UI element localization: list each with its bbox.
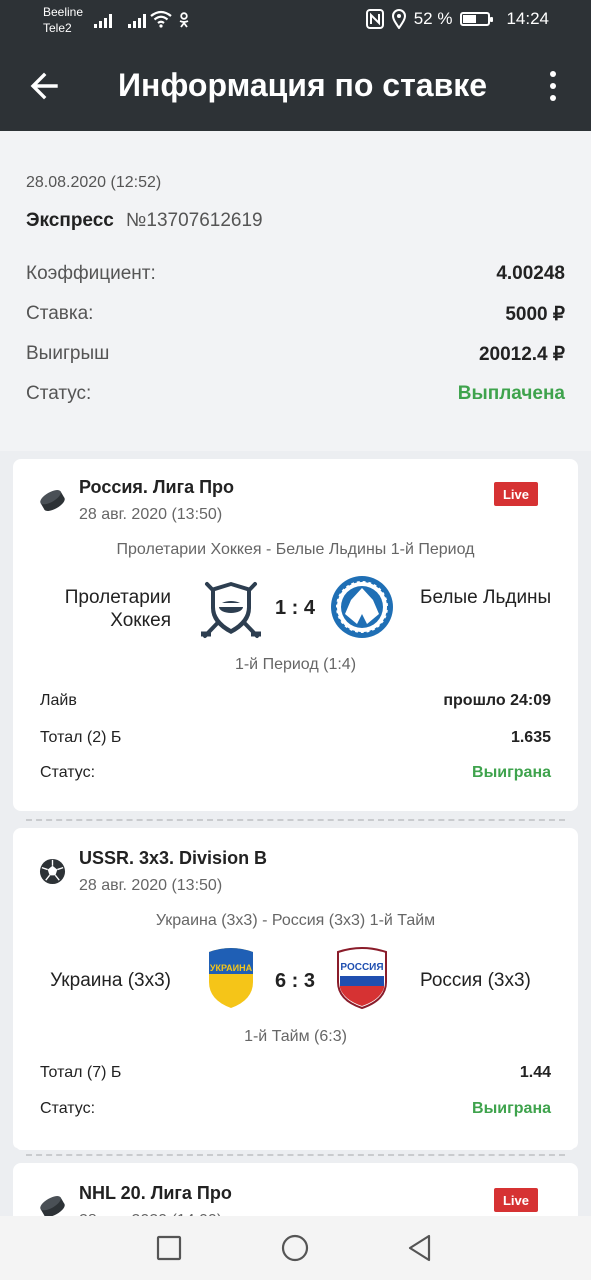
team-1-logo: УКРАИНА	[209, 948, 253, 1008]
bet-row: Статус: Выиграна	[40, 1098, 551, 1120]
bet-row: Лайв прошло 24:09	[40, 690, 551, 712]
match-title: Пролетарии Хоккея - Белые Льдины 1-й Пер…	[116, 541, 475, 558]
summary-label: Коэффициент:	[26, 263, 156, 284]
status-right: 52 % 14:24	[365, 9, 549, 29]
live-badge: Live	[494, 482, 538, 506]
dashed-divider	[26, 1154, 565, 1156]
bet-row: Тотал (2) Б 1.635	[40, 727, 551, 749]
team-2-logo-text: РОССИЯ	[340, 962, 383, 973]
ticket-notch	[5, 1147, 21, 1163]
team-2-name: Россия (3x3)	[420, 970, 531, 991]
summary-value: 4.00248	[496, 263, 565, 284]
home-circle-icon[interactable]	[280, 1233, 310, 1263]
row-label: Статус:	[40, 1100, 96, 1117]
battery-fill	[463, 15, 476, 23]
status-bar: Beeline Tele2 52 % 14:24	[0, 0, 591, 40]
team-1-name: Украина (3x3)	[50, 970, 171, 991]
summary-row-winnings: Выигрыш 20012.4 ₽	[26, 342, 565, 366]
summary-row-stake: Ставка: 5000 ₽	[26, 302, 565, 326]
dashed-divider	[26, 819, 565, 821]
row-value: 1.635	[510, 729, 551, 746]
nfc-icon	[365, 9, 384, 29]
carrier-2: Tele2	[43, 21, 72, 35]
wifi-icon	[150, 10, 172, 28]
league-name: NHL 20. Лига Про	[79, 1183, 232, 1203]
location-icon	[391, 9, 406, 29]
bet-row: Статус: Выиграна	[40, 762, 551, 784]
live-badge: Live	[494, 1188, 538, 1212]
system-nav-bar	[0, 1216, 591, 1280]
status-badge: Выиграна	[472, 764, 551, 781]
ticket-notch	[570, 812, 586, 828]
bet-date: 28.08.2020 (12:52)	[26, 174, 162, 191]
clock: 14:24	[506, 9, 549, 28]
status-badge: Выплачена	[457, 383, 565, 404]
signal-icon	[128, 12, 146, 28]
summary-row-status: Статус: Выплачена	[26, 382, 565, 406]
team-1-logo-text: УКРАИНА	[210, 963, 253, 973]
team-2-logo	[331, 576, 393, 638]
back-triangle-icon[interactable]	[405, 1233, 435, 1263]
summary-label: Ставка:	[26, 303, 94, 324]
summary-value: 20012.4 ₽	[478, 343, 565, 365]
row-label: Тотал (2) Б	[40, 729, 122, 746]
event-card: Россия. Лига Про 28 авг. 2020 (13:50) Li…	[13, 459, 578, 811]
row-value: 1.44	[519, 1064, 551, 1081]
summary-label: Статус:	[26, 383, 92, 404]
status-badge: Выиграна	[472, 1100, 551, 1117]
ticket-notch	[5, 812, 21, 828]
row-label: Тотал (7) Б	[40, 1064, 122, 1081]
more-menu-icon[interactable]	[541, 68, 565, 104]
carrier-1: Beeline	[43, 5, 84, 19]
team-1-name: Пролетарии Хоккея	[64, 587, 171, 631]
bet-type: Экспресс	[26, 210, 114, 231]
bet-row: Тотал (7) Б 1.44	[40, 1062, 551, 1084]
battery-percent: 52 %	[413, 9, 453, 28]
event-card: USSR. 3x3. Division B 28 авг. 2020 (13:5…	[13, 828, 578, 1150]
score: 6 : 3	[274, 970, 316, 992]
summary-row-coefficient: Коэффициент: 4.00248	[26, 262, 565, 286]
league-name: Россия. Лига Про	[79, 477, 235, 497]
summary-value: 5000 ₽	[505, 303, 565, 325]
match-title: Украина (3x3) - Россия (3x3) 1-й Тайм	[155, 912, 436, 929]
bet-summary: 28.08.2020 (12:52) Экспресс №13707612619…	[0, 131, 591, 451]
event-date: 28 авг. 2020 (13:50)	[79, 506, 223, 523]
signal-icon	[94, 12, 112, 28]
summary-label: Выигрыш	[26, 343, 110, 364]
score: 1 : 4	[274, 597, 316, 619]
back-arrow-icon[interactable]	[26, 66, 66, 106]
bet-number: №13707612619	[126, 210, 263, 231]
team-2-name: Белые Льдины	[420, 587, 552, 608]
period-info: 1-й Период (1:4)	[234, 656, 357, 673]
row-label: Лайв	[40, 692, 77, 709]
recents-square-icon[interactable]	[154, 1233, 184, 1263]
carrier-names: Beeline Tele2	[43, 4, 83, 36]
hockey-puck-icon	[40, 490, 65, 511]
page-title: Информация по ставке	[118, 67, 488, 103]
event-date: 28 авг. 2020 (13:50)	[79, 877, 223, 894]
soccer-ball-icon	[39, 858, 66, 885]
ticket-notch	[570, 1147, 586, 1163]
battery-icon	[460, 12, 494, 26]
row-value: прошло 24:09	[443, 692, 551, 709]
row-label: Статус:	[40, 764, 96, 781]
period-info: 1-й Тайм (6:3)	[244, 1028, 347, 1045]
team-2-logo: РОССИЯ	[337, 947, 387, 1010]
league-name: USSR. 3x3. Division B	[79, 848, 268, 868]
app-bar: Информация по ставке	[0, 40, 591, 131]
ok-social-icon	[179, 12, 189, 28]
